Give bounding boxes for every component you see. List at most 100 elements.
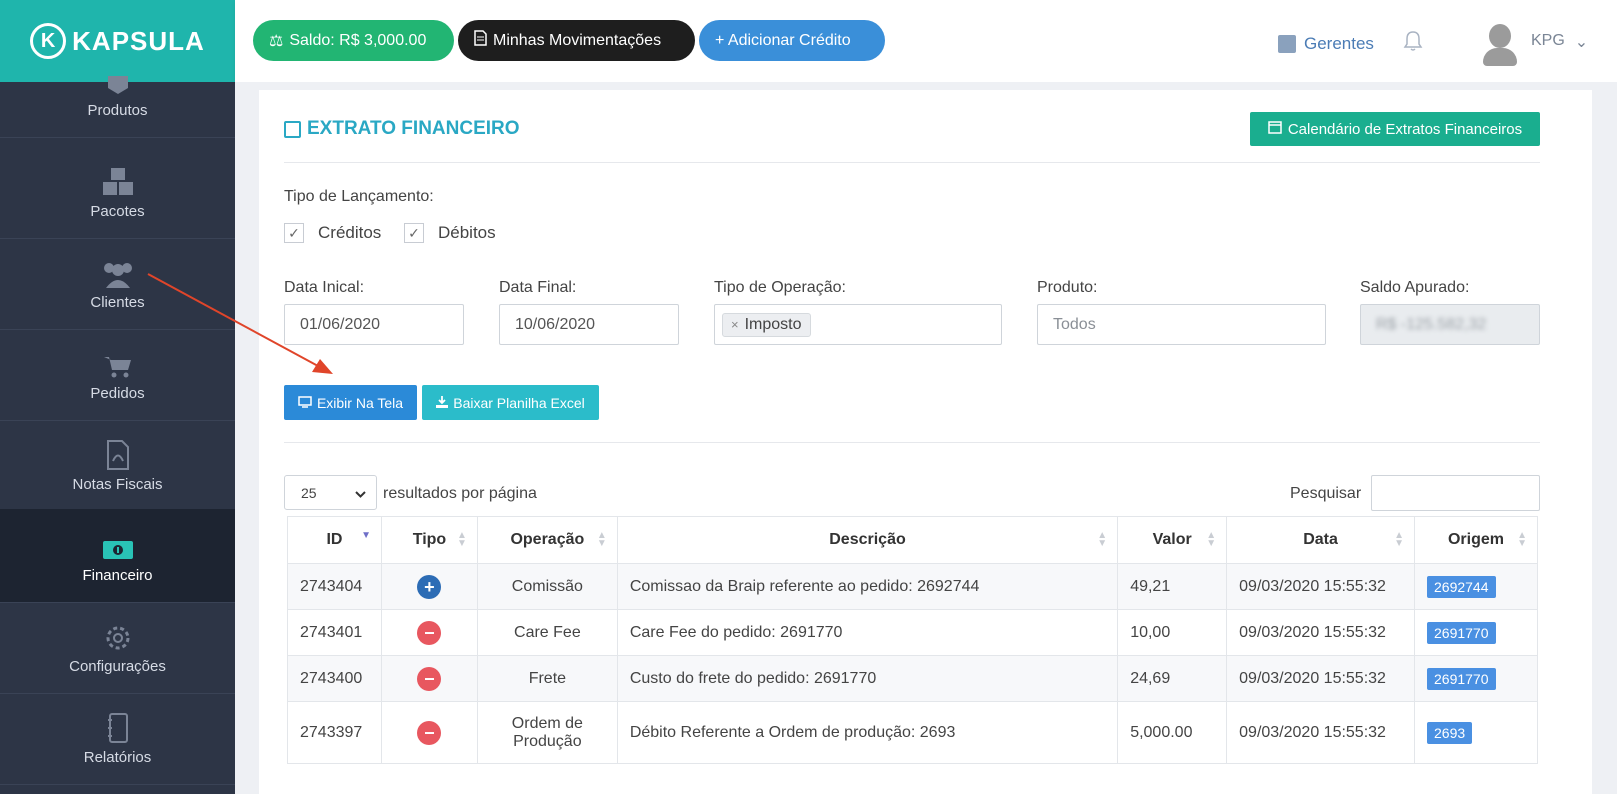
column-header-label: Origem xyxy=(1447,531,1504,548)
column-header-origem[interactable]: Origem ▲ ▼ xyxy=(1414,516,1538,564)
saldo-apurado-value: R$ -125.582,32 xyxy=(1376,315,1487,333)
cell-data: 09/03/2020 15:55:32 xyxy=(1226,563,1415,610)
produto-placeholder: Todos xyxy=(1053,315,1096,333)
produto-select[interactable]: Todos xyxy=(1037,304,1326,345)
origin-badge[interactable]: 2691770 xyxy=(1427,621,1496,644)
notebook-icon xyxy=(107,709,129,743)
origin-badge[interactable]: 2692744 xyxy=(1427,575,1496,598)
saldo-label: Saldo: R$ 3,000.00 xyxy=(289,31,427,49)
column-header-tipo[interactable]: Tipo ▲ ▼ xyxy=(380,516,478,564)
top-bar: ⚖ Saldo: R$ 3,000.00 Minhas Movimentaçõe… xyxy=(235,0,1617,82)
page-length-select[interactable]: 25 xyxy=(284,475,377,510)
column-header-data[interactable]: Data ▲ ▼ xyxy=(1226,516,1415,564)
sidebar-item-clientes[interactable]: Clientes xyxy=(0,236,235,330)
cell-descricao: Custo do frete do pedido: 2691770 xyxy=(616,655,1119,702)
table-row[interactable]: 2743401 − Care Fee Care Fee do pedido: 2… xyxy=(287,609,1538,656)
sidebar-item-notas-fiscais[interactable]: Notas Fiscais xyxy=(0,418,235,512)
produto-label: Produto: xyxy=(1037,279,1098,296)
page-title-text: EXTRATO FINANCEIRO xyxy=(307,118,520,139)
cell-operacao: Care Fee xyxy=(476,609,618,656)
adicionar-credito-button[interactable]: + Adicionar Crédito xyxy=(699,20,885,61)
cell-origem: 2692744 xyxy=(1414,563,1538,610)
baixar-planilha-button[interactable]: Baixar Planilha Excel xyxy=(422,385,599,420)
money-icon xyxy=(102,527,134,561)
column-header-label: ID xyxy=(326,531,343,548)
boxes-icon xyxy=(101,163,135,197)
calendario-extratos-button[interactable]: Calendário de Extratos Financeiros xyxy=(1250,112,1540,146)
sidebar-item-configuracoes[interactable]: Configurações xyxy=(0,600,235,694)
bell-icon[interactable] xyxy=(1403,30,1423,58)
operation-tag-label: Imposto xyxy=(744,315,802,333)
calendar-button-label: Calendário de Extratos Financeiros xyxy=(1287,120,1523,138)
cell-descricao: Débito Referente a Ordem de produção: 26… xyxy=(616,701,1119,764)
sidebar-item-label: Notas Fiscais xyxy=(72,476,163,493)
exibir-na-tela-button[interactable]: Exibir Na Tela xyxy=(284,385,417,420)
table-row[interactable]: 2743400 − Frete Custo do frete do pedido… xyxy=(287,655,1538,702)
sidebar-item-relatorios[interactable]: Relatórios xyxy=(0,691,235,785)
cell-origem: 2691770 xyxy=(1414,609,1538,656)
sidebar-item-label: Produtos xyxy=(87,102,148,119)
sort-icon: ▲ ▼ xyxy=(596,530,607,549)
cart-icon xyxy=(103,345,132,379)
origin-badge[interactable]: 2691770 xyxy=(1427,667,1496,690)
column-header-label: Descrição xyxy=(829,531,906,548)
column-header-operacao[interactable]: Operação ▲ ▼ xyxy=(476,516,618,564)
column-header-descricao[interactable]: Descrição ▲ ▼ xyxy=(616,516,1119,564)
remove-tag-icon[interactable]: × xyxy=(731,317,739,332)
user-menu[interactable]: KPG ⌄ xyxy=(1531,32,1588,52)
avatar[interactable] xyxy=(1483,24,1517,66)
calendar-icon xyxy=(1268,120,1282,138)
column-header-label: Data xyxy=(1303,531,1338,548)
movimentacoes-label: Minhas Movimentações xyxy=(493,31,662,49)
sort-icon: ▲ ▼ xyxy=(1206,530,1217,549)
creditos-checkbox[interactable]: ✓ Créditos xyxy=(284,223,381,243)
manager-icon xyxy=(1278,35,1296,53)
document-icon xyxy=(474,30,487,51)
cell-descricao: Comissao da Braip referente ao pedido: 2… xyxy=(616,563,1119,610)
cell-valor: 5,000.00 xyxy=(1117,701,1228,764)
minus-circle-icon: − xyxy=(417,666,442,691)
table-row[interactable]: 2743397 − Ordem de Produção Débito Refer… xyxy=(287,701,1538,764)
sidebar-item-label: Configurações xyxy=(69,658,166,675)
data-final-input[interactable]: 10/06/2020 xyxy=(499,304,679,345)
column-header-id[interactable]: ID ▼ xyxy=(287,516,382,564)
gear-icon xyxy=(104,618,132,652)
sidebar-item-pedidos[interactable]: Pedidos xyxy=(0,327,235,421)
gerentes-link[interactable]: Gerentes xyxy=(1278,34,1374,54)
users-icon xyxy=(101,254,135,288)
cell-origem: 2693 xyxy=(1414,701,1538,764)
chevron-down-icon: ⌄ xyxy=(1574,34,1589,51)
sort-desc-icon: ▼ xyxy=(361,530,371,541)
debitos-label: Débitos xyxy=(438,223,496,242)
creditos-label: Créditos xyxy=(318,223,382,242)
sidebar-item-pacotes[interactable]: Pacotes xyxy=(0,145,235,239)
balance-scale-icon: ⚖ xyxy=(269,32,284,50)
sidebar-item-produtos[interactable]: Produtos xyxy=(0,44,235,138)
sidebar-item-financeiro[interactable]: Financeiro xyxy=(0,509,235,603)
tipo-lancamento-label: Tipo de Lançamento: xyxy=(284,188,434,205)
saldo-apurado-field: R$ -125.582,32 xyxy=(1360,304,1540,345)
excel-label: Baixar Planilha Excel xyxy=(453,394,585,411)
page-length-value: 25 xyxy=(301,484,317,501)
divider xyxy=(284,162,1540,163)
saldo-button[interactable]: ⚖ Saldo: R$ 3,000.00 xyxy=(253,20,454,61)
data-inicial-input[interactable]: 01/06/2020 xyxy=(284,304,464,345)
data-final-label: Data Final: xyxy=(499,279,577,296)
table-row[interactable]: 2743404 + Comissão Comissao da Braip ref… xyxy=(287,563,1538,610)
adicionar-label: + Adicionar Crédito xyxy=(715,31,851,49)
pdf-file-icon xyxy=(106,436,130,470)
cell-tipo: − xyxy=(380,609,478,656)
origin-badge[interactable]: 2693 xyxy=(1427,721,1473,744)
data-inicial-label: Data Inical: xyxy=(284,279,365,296)
cell-origem: 2691770 xyxy=(1414,655,1538,702)
sidebar: K KAPSULA Produtos Pacotes Clientes Pedi… xyxy=(0,0,235,794)
check-icon: ✓ xyxy=(284,223,304,243)
debitos-checkbox[interactable]: ✓ Débitos xyxy=(404,223,496,243)
box-icon xyxy=(105,62,131,96)
list-icon xyxy=(284,120,301,138)
tipo-operacao-select[interactable]: × Imposto xyxy=(714,304,1002,345)
minhas-movimentacoes-button[interactable]: Minhas Movimentações xyxy=(458,20,695,61)
column-header-valor[interactable]: Valor ▲ ▼ xyxy=(1117,516,1228,564)
search-input[interactable] xyxy=(1371,475,1540,511)
minus-circle-icon: − xyxy=(417,620,442,645)
